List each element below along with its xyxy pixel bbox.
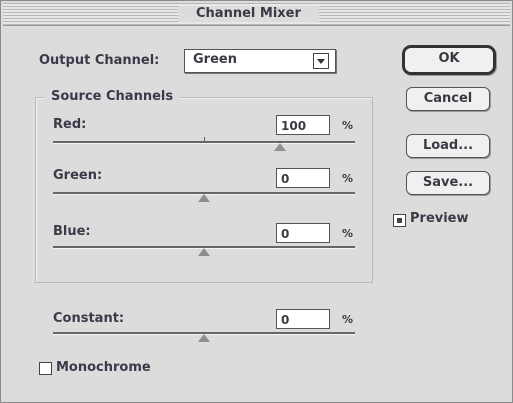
preview-label: Preview — [410, 211, 469, 226]
red-slider-thumb[interactable] — [273, 143, 286, 151]
preview-checkbox[interactable] — [393, 214, 406, 227]
constant-label: Constant: — [53, 311, 125, 326]
output-channel-label: Output Channel: — [39, 53, 160, 68]
red-label: Red: — [53, 117, 87, 132]
green-percent-sign: % — [342, 172, 354, 185]
blue-percent-sign: % — [342, 227, 354, 240]
output-channel-value: Green — [193, 52, 237, 67]
cancel-button[interactable]: Cancel — [406, 87, 490, 111]
constant-percent-sign: % — [342, 313, 354, 326]
blue-slider-thumb[interactable] — [198, 248, 210, 256]
window-title: Channel Mixer — [178, 6, 319, 22]
red-slider-track[interactable] — [53, 141, 355, 144]
green-value-field[interactable]: 0 — [276, 168, 330, 188]
green-label: Green: — [53, 168, 103, 183]
green-slider-thumb[interactable] — [198, 194, 210, 202]
source-channels-title: Source Channels — [45, 89, 180, 104]
title-bar[interactable]: Channel Mixer — [3, 3, 510, 26]
constant-value-field[interactable]: 0 — [276, 309, 330, 329]
constant-slider-thumb[interactable] — [198, 334, 210, 342]
blue-value-field[interactable]: 0 — [276, 223, 330, 243]
load-button[interactable]: Load... — [406, 134, 490, 158]
red-slider-center-tick — [204, 137, 205, 141]
blue-label: Blue: — [53, 224, 91, 239]
red-percent-sign: % — [342, 119, 354, 132]
monochrome-label: Monochrome — [56, 360, 151, 375]
chevron-down-icon — [313, 53, 329, 69]
save-button[interactable]: Save... — [406, 171, 490, 195]
channel-mixer-dialog: Channel Mixer Output Channel: Green Sour… — [0, 0, 513, 403]
ok-button[interactable]: OK — [402, 45, 496, 75]
monochrome-checkbox[interactable] — [39, 362, 52, 375]
output-channel-select[interactable]: Green — [184, 49, 336, 73]
red-value-field[interactable]: 100 — [276, 115, 330, 135]
